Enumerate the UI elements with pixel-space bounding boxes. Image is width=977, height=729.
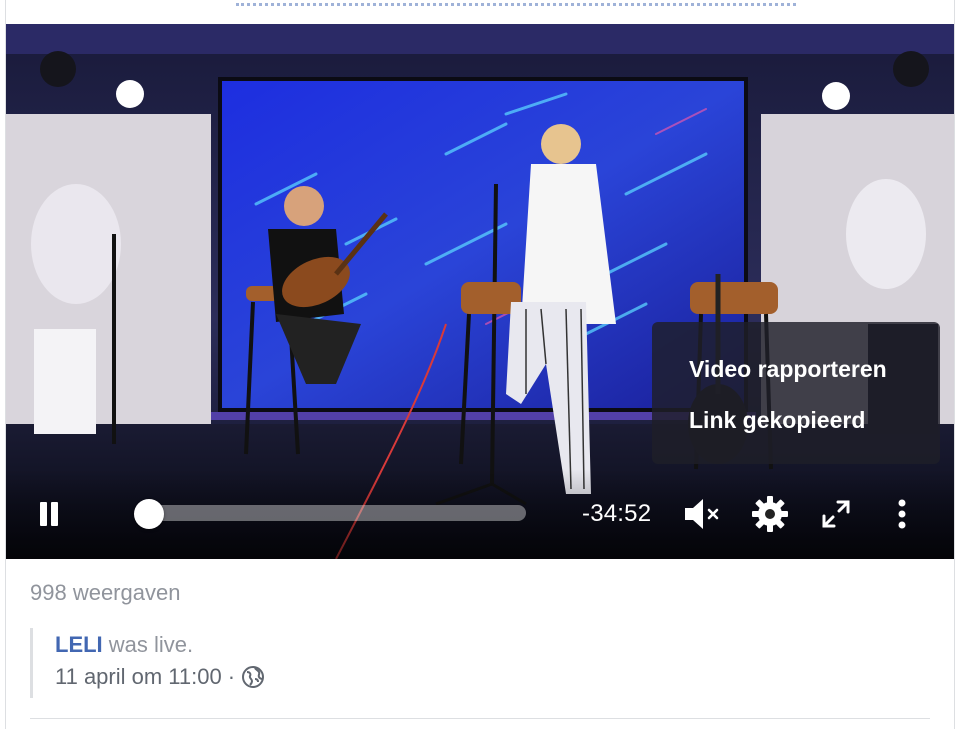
globe-icon[interactable] (241, 665, 265, 689)
report-video-menu-item[interactable]: Video rapporteren (689, 356, 887, 383)
speaker-muted-icon (685, 499, 719, 529)
shared-live-attachment: LELI was live. 11 april om 11:00 · (30, 628, 265, 698)
timestamp-line: 11 april om 11:00 · (55, 664, 265, 690)
post-timestamp[interactable]: 11 april om 11:00 (55, 664, 222, 690)
video-player[interactable]: Video rapporteren Link gekopieerd -34:52 (6, 24, 954, 559)
page-name-link[interactable]: LELI (55, 632, 103, 657)
was-live-text: was live. (102, 632, 194, 657)
video-context-menu: Video rapporteren Link gekopieerd (652, 322, 940, 464)
pause-button[interactable] (36, 499, 64, 529)
mute-button[interactable] (680, 492, 724, 536)
copy-link-menu-item[interactable]: Link gekopieerd (689, 407, 865, 434)
separator-dot: · (227, 664, 236, 689)
expand-icon (822, 500, 850, 528)
time-remaining: -34:52 (582, 500, 652, 527)
gear-icon (752, 496, 788, 532)
more-vertical-icon (898, 499, 906, 529)
seek-handle[interactable] (133, 499, 164, 529)
seek-bar[interactable] (133, 499, 526, 529)
view-count: 998 weergaven (30, 580, 181, 605)
more-options-button[interactable] (880, 492, 924, 536)
pause-icon (40, 502, 47, 526)
footer-divider (30, 718, 930, 719)
top-strip (6, 0, 954, 24)
fullscreen-button[interactable] (814, 492, 858, 536)
shared-title-line: LELI was live. (55, 632, 265, 658)
settings-button[interactable] (748, 492, 792, 536)
